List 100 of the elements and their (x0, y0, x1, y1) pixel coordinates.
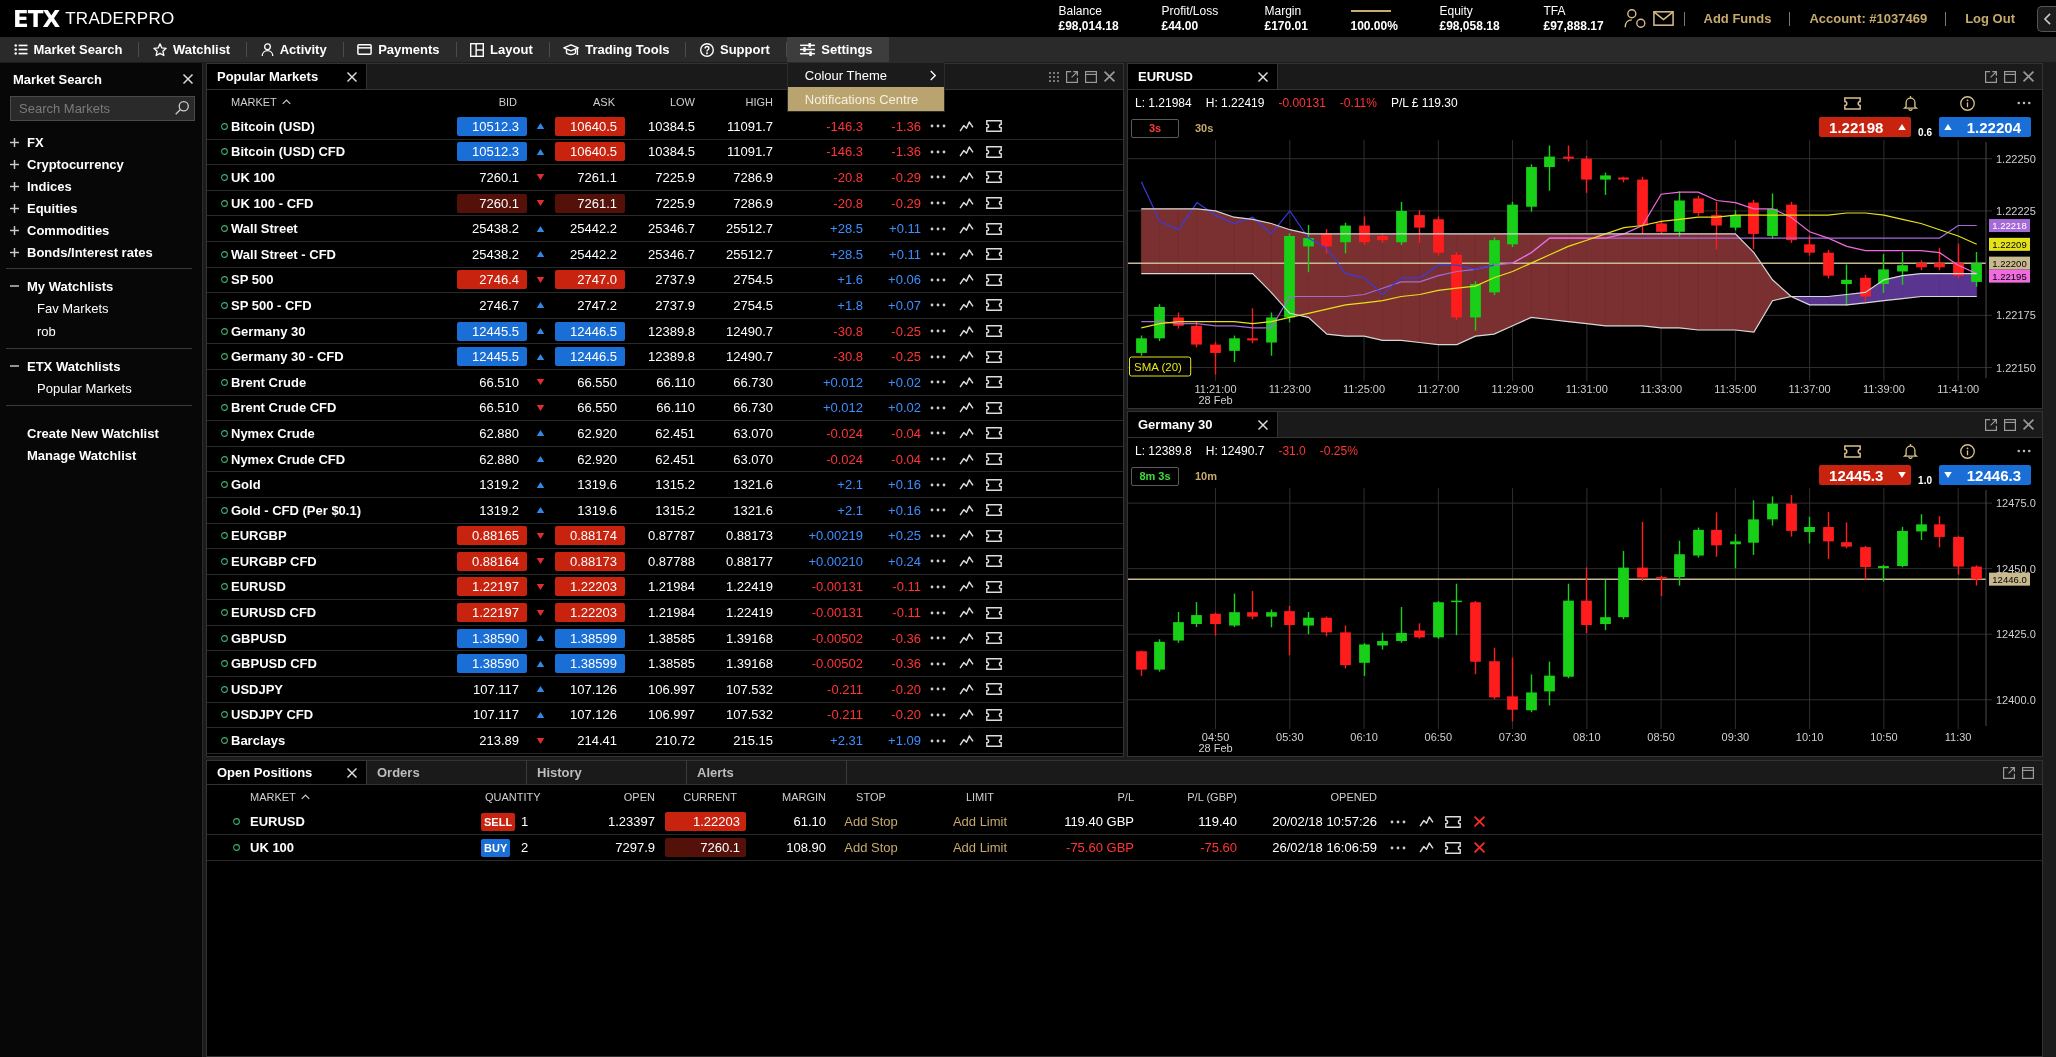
bid-price[interactable]: 62.880 (457, 423, 527, 443)
bell-icon[interactable] (1903, 95, 1918, 111)
tree-item[interactable]: Commodities (0, 219, 202, 241)
ask-price[interactable]: 107.126 (555, 679, 625, 699)
sidebar-link[interactable]: Manage Watchlist (0, 444, 202, 466)
ticket-icon[interactable] (986, 171, 1002, 184)
bid-price[interactable]: 25438.2 (457, 244, 527, 264)
bid-price[interactable]: 0.88164 (457, 551, 527, 571)
search-field[interactable]: Search Markets (10, 96, 195, 121)
ticket-icon[interactable] (986, 120, 1002, 133)
ticket-icon[interactable] (1844, 96, 1861, 110)
column-header[interactable]: STOP (829, 791, 913, 803)
more-icon[interactable] (1390, 845, 1406, 850)
info-icon[interactable] (1960, 95, 1975, 111)
ask-price[interactable]: 2747.2 (555, 295, 625, 315)
more-icon[interactable] (930, 533, 946, 538)
line-chart-icon[interactable] (958, 223, 974, 235)
interval-button[interactable]: 30s (1189, 121, 1220, 135)
column-header[interactable]: OPENED (1237, 791, 1383, 803)
ask-price[interactable]: 2747.0 (555, 270, 625, 290)
header-link[interactable]: Add Funds (1683, 11, 1790, 26)
ask-price[interactable]: 66.550 (555, 372, 625, 392)
line-chart-icon[interactable] (958, 197, 974, 209)
pop-out-icon[interactable] (1985, 418, 1997, 431)
ask-price[interactable]: 66.550 (555, 398, 625, 418)
bid-price[interactable]: 213.89 (457, 731, 527, 751)
countdown-button[interactable]: 8m 3s (1131, 466, 1179, 486)
column-header[interactable]: P/L (1047, 791, 1137, 803)
more-icon[interactable] (930, 712, 946, 717)
bid-price[interactable]: 1319.2 (457, 500, 527, 520)
more-icon[interactable] (930, 252, 946, 257)
window-icon[interactable] (2004, 70, 2016, 83)
menu-option[interactable]: Colour Theme (787, 63, 944, 87)
ask-price[interactable]: 12446.5 (555, 347, 625, 367)
add-stop-link[interactable]: Add Stop (844, 814, 898, 829)
tree-item[interactable]: Equities (0, 197, 202, 219)
bid-price[interactable]: 12445.5 (457, 321, 527, 341)
pop-out-icon[interactable] (1985, 70, 1997, 83)
more-icon[interactable] (930, 303, 946, 308)
line-chart-icon[interactable] (958, 172, 974, 183)
bid-price[interactable]: 62.880 (457, 449, 527, 469)
market-name[interactable]: USDJPY CFD (231, 707, 455, 723)
window-icon[interactable] (1085, 70, 1097, 83)
more-icon[interactable] (930, 738, 946, 743)
line-chart-icon[interactable] (958, 274, 974, 286)
more-icon[interactable] (2017, 449, 2031, 453)
collapse-button[interactable] (2037, 5, 2056, 32)
line-chart-icon[interactable] (958, 299, 974, 311)
ticket-icon[interactable] (986, 427, 1002, 440)
line-chart-icon[interactable] (958, 427, 974, 439)
window-icon[interactable] (2022, 766, 2034, 779)
line-chart-icon[interactable] (958, 453, 974, 465)
ticket-icon[interactable] (986, 299, 1002, 312)
bid-price[interactable]: 66.510 (457, 398, 527, 418)
person-coin-icon[interactable] (1623, 9, 1646, 28)
ticket-icon[interactable] (986, 273, 1002, 286)
market-name[interactable]: EURUSD CFD (231, 605, 455, 621)
buy-price-button[interactable]: 12446.3 (1939, 465, 2031, 485)
line-chart-icon[interactable] (958, 658, 974, 670)
market-name[interactable]: Brent Crude CFD (231, 400, 455, 416)
add-limit-link[interactable]: Add Limit (952, 840, 1008, 855)
line-chart-icon[interactable] (958, 530, 974, 542)
column-header[interactable]: HIGH (697, 96, 775, 108)
sidebar-link[interactable]: Create New Watchlist (0, 422, 202, 444)
line-chart-icon[interactable] (958, 146, 974, 158)
tree-item[interactable]: Popular Markets (0, 377, 202, 400)
bid-price[interactable]: 2746.7 (457, 295, 527, 315)
more-icon[interactable] (930, 277, 946, 282)
market-name[interactable]: Bitcoin (USD) CFD (231, 144, 455, 160)
ticket-icon[interactable] (986, 478, 1002, 491)
bid-price[interactable]: 107.117 (457, 679, 527, 699)
ticket-icon[interactable] (986, 350, 1002, 363)
ticket-icon[interactable] (986, 683, 1002, 696)
market-name[interactable]: Gold - CFD (Per $0.1) (231, 502, 455, 518)
bell-icon[interactable] (1903, 443, 1918, 459)
line-chart-icon[interactable] (958, 351, 974, 363)
more-icon[interactable] (930, 636, 946, 641)
buy-price-button[interactable]: 1.22204 (1939, 117, 2031, 137)
more-icon[interactable] (930, 610, 946, 615)
countdown-button[interactable]: 3s (1131, 118, 1179, 138)
bid-price[interactable]: 1.38590 (457, 628, 527, 648)
ask-price[interactable]: 10640.5 (555, 116, 625, 136)
market-name[interactable]: SP 500 (231, 272, 455, 288)
tree-item[interactable]: ETX Watchlists (0, 355, 202, 377)
market-name[interactable]: UK 100 - CFD (231, 195, 455, 211)
line-chart-icon[interactable] (958, 607, 974, 619)
ticket-icon[interactable] (986, 708, 1002, 721)
interval-button[interactable]: 10m (1189, 469, 1224, 483)
more-icon[interactable] (930, 380, 946, 385)
market-name[interactable]: Nymex Crude (231, 425, 455, 441)
ticket-icon[interactable] (986, 222, 1002, 235)
more-icon[interactable] (930, 201, 946, 206)
ticket-icon[interactable] (986, 555, 1002, 568)
ticket-icon[interactable] (986, 453, 1002, 465)
bid-price[interactable]: 12445.5 (457, 347, 527, 367)
panel-tab[interactable]: Open Positions (207, 761, 367, 784)
ticket-icon[interactable] (986, 401, 1002, 414)
ticket-icon[interactable] (986, 734, 1002, 747)
column-header[interactable]: QUANTITY (477, 791, 553, 803)
column-header[interactable]: BID (455, 96, 527, 108)
